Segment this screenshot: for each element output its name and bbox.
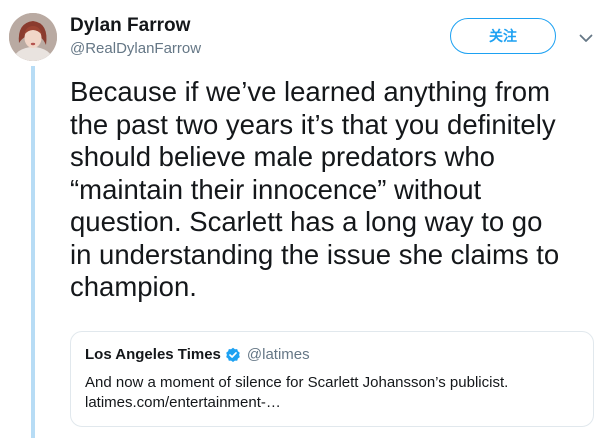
quoted-tweet-card[interactable]: Los Angeles Times @latimes And now a mom… [70,331,594,427]
chevron-down-icon [579,34,593,42]
tweet-text-line: “maintain their innocence” without [70,173,482,205]
author-avatar[interactable] [9,13,57,61]
author-display-name[interactable]: Dylan Farrow [70,15,190,37]
quoted-tweet-link[interactable]: latimes.com/entertainment-… [85,393,508,413]
tweet-page: Dylan Farrow @RealDylanFarrow 关注 Because… [0,0,610,438]
tweet-text-line: in understanding the issue she claims to [70,238,560,270]
tweet-text-line: Because if we’ve learned anything from [70,76,550,107]
quoted-author-handle: @latimes [246,346,310,363]
verified-badge-icon [225,347,241,363]
tweet-text: Because if we’ve learned anything from t… [70,76,600,304]
tweet-text-line: question. Scarlett has a long way to go [70,206,543,237]
quoted-tweet-text: And now a moment of silence for Scarlett… [85,373,508,413]
quoted-tweet-header: Los Angeles Times @latimes [85,346,310,363]
tweet-text-line: the past two years it’s that you definit… [70,108,556,140]
tweet-text-line: should believe male predators who [70,141,495,172]
user-avatar-icon [9,13,57,61]
quoted-tweet-text-line: And now a moment of silence for Scarlett… [85,374,509,391]
thread-connector-line [31,66,35,438]
more-options-button[interactable] [576,28,596,48]
author-handle[interactable]: @RealDylanFarrow [70,40,201,57]
follow-button[interactable]: 关注 [450,18,556,54]
tweet-text-line: champion. [70,271,197,302]
quoted-author-name: Los Angeles Times [85,346,221,363]
